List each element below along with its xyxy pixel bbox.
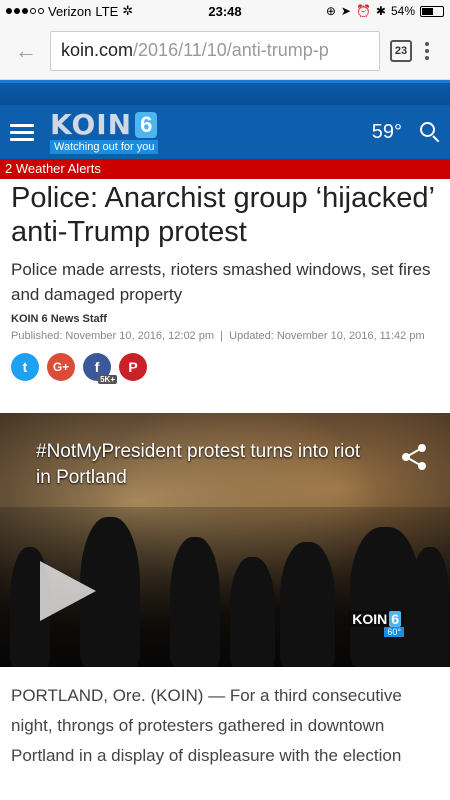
back-arrow-icon[interactable]: ← [8,38,44,64]
url-field[interactable]: koin.com /2016/11/10/anti-trump-p [50,30,380,71]
tab-switcher-button[interactable]: 23 [390,39,412,62]
signal-strength-icon [6,8,44,14]
battery-percent: 54% [390,4,415,18]
status-bar: Verizon LTE ✲ 23:48 ⊕ ➤ ⏰ ✱ 54% [0,0,450,22]
bluetooth-icon: ✱ [375,4,386,18]
hamburger-menu-icon[interactable] [10,123,34,141]
ad-strip [0,80,450,105]
alarm-icon: ⏰ [355,4,371,18]
article-dates: Published: November 10, 2016, 12:02 pm |… [11,327,439,345]
search-icon[interactable] [420,122,440,143]
carrier-name: Verizon [48,3,92,19]
logo-number: 6 [135,111,158,138]
watermark-number: 6 [389,611,401,627]
watermark-temperature: 60° [384,627,404,637]
video-title: #NotMyPresident protest turns into riot … [36,441,361,488]
pinterest-share-icon[interactable]: P [119,353,147,381]
share-icon[interactable] [398,441,430,473]
status-icons: ⊕ ➤ ⏰ ✱ 54% [326,4,444,18]
article-body: PORTLAND, Ore. (KOIN) — For a third cons… [11,686,402,765]
network-type: LTE [95,3,119,19]
url-path: /2016/11/10/anti-trump-p [133,40,329,60]
video-player[interactable]: #NotMyPresident protest turns into riot … [0,413,450,667]
url-host: koin.com [61,40,134,60]
google-plus-share-icon[interactable]: G+ [47,353,75,381]
rotation-lock-icon: ⊕ [325,4,336,18]
play-icon[interactable] [40,561,96,621]
logo-text: KOIN [50,107,133,141]
video-watermark: KOIN 6 60° [349,611,404,637]
date-separator: | [220,330,224,342]
weather-alert-banner[interactable]: 2 Weather Alerts [0,159,450,179]
article-header: Police: Anarchist group ‘hijacked’ anti-… [0,181,450,384]
facebook-share-count: 5K+ [98,375,117,384]
article-subheadline: Police made arrests, rioters smashed win… [11,260,431,304]
site-header: KOIN 6 Watching out for you 59° [0,105,450,159]
twitter-share-icon[interactable]: t [11,353,39,381]
facebook-letter: f [94,359,100,375]
loading-icon: ✲ [122,3,134,18]
battery-fill [422,7,433,15]
article-headline: Police: Anarchist group ‘hijacked’ anti-… [11,182,434,248]
more-menu-icon[interactable] [412,41,442,60]
browser-toolbar: ← koin.com /2016/11/10/anti-trump-p 23 [0,22,450,80]
weather-temperature[interactable]: 59° [372,121,402,144]
logo-tagline: Watching out for you [50,139,159,154]
published-date: Published: November 10, 2016, 12:02 pm [11,330,215,342]
article-author[interactable]: KOIN 6 News Staff [11,313,439,325]
carrier-info: Verizon LTE ✲ [6,3,133,19]
site-logo[interactable]: KOIN 6 Watching out for you [50,107,159,154]
facebook-share-icon[interactable]: f 5K+ [83,353,117,384]
location-icon: ➤ [340,4,351,18]
updated-date: Updated: November 10, 2016, 11:42 pm [229,330,425,342]
watermark-logo: KOIN [352,611,388,627]
battery-icon [420,5,444,17]
share-buttons: t G+ f 5K+ P [11,353,439,384]
